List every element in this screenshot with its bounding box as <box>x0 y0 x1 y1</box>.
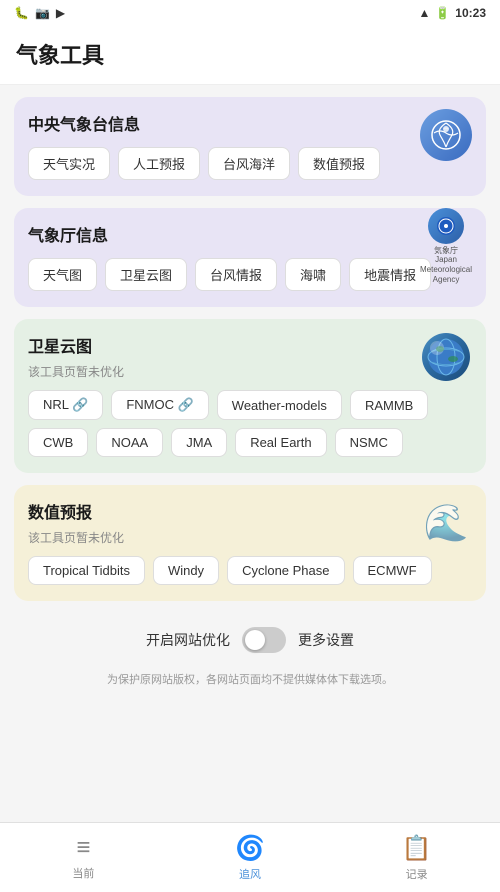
tag-windy[interactable]: Windy <box>153 556 219 585</box>
nav-record-icon: 📋 <box>402 834 432 863</box>
nav-current-label: 当前 <box>72 865 94 881</box>
tag-cwb[interactable]: CWB <box>28 428 88 457</box>
nav-current[interactable]: ≡ 当前 <box>0 828 167 887</box>
nav-typhoon-icon: 🌀 <box>235 834 265 863</box>
section-numerical-title: 数值预报 <box>28 499 472 523</box>
nav-record-label: 记录 <box>406 866 428 882</box>
numerical-tags: Tropical Tidbits Windy Cyclone Phase ECM… <box>28 556 472 585</box>
nav-typhoon-label: 追风 <box>239 866 261 882</box>
jma-badge-icon <box>428 208 464 244</box>
nav-typhoon[interactable]: 🌀 追风 <box>167 828 334 888</box>
more-settings-link[interactable]: 更多设置 <box>298 630 354 650</box>
tag-fnmoc[interactable]: FNMOC 🔗 <box>111 390 208 420</box>
toggle-label: 开启网站优化 <box>146 630 230 650</box>
tag-cyclone-phase[interactable]: Cyclone Phase <box>227 556 344 585</box>
tag-ecmwf[interactable]: ECMWF <box>353 556 432 585</box>
tag-weather-models[interactable]: Weather-models <box>217 390 342 420</box>
tag-taifengqingbao[interactable]: 台风情报 <box>195 258 277 291</box>
section-cma: 中央气象台信息 天气实况 人工预报 台风海洋 数值预报 <box>14 97 486 196</box>
section-numerical-subtitle: 该工具页暂未优化 <box>28 529 472 546</box>
jma-tags: 天气图 卫星云图 台风情报 海啸 地震情报 <box>28 258 472 291</box>
tag-taifenghaiyang[interactable]: 台风海洋 <box>208 147 290 180</box>
satellite-tags: NRL 🔗 FNMOC 🔗 Weather-models RAMMB CWB N… <box>28 390 472 457</box>
bug-icon: 🐛 <box>14 6 29 20</box>
globe-icon <box>422 333 470 381</box>
time: 10:23 <box>455 6 486 20</box>
jma-logo-container: 気象庁Japan MeteorologicalAgency <box>420 220 472 272</box>
tag-rammb[interactable]: RAMMB <box>350 390 428 420</box>
tag-weixingyuntu[interactable]: 卫星云图 <box>105 258 187 291</box>
wave-icon-container: 🌊 <box>420 497 472 549</box>
optimization-toggle[interactable] <box>242 627 286 653</box>
jma-badge: 気象庁Japan MeteorologicalAgency <box>420 208 472 284</box>
battery-icon: 🔋 <box>435 6 450 20</box>
globe-icon-container <box>420 331 472 383</box>
status-bar: 🐛 📷 ▶ ▲ 🔋 10:23 <box>0 0 500 26</box>
main-content: 中央气象台信息 天气实况 人工预报 台风海洋 数值预报 气象厅信息 <box>0 85 500 773</box>
tag-noaa[interactable]: NOAA <box>96 428 163 457</box>
section-numerical: 数值预报 该工具页暂未优化 🌊 Tropical Tidbits Windy C… <box>14 485 486 601</box>
app-header: 气象工具 <box>0 26 500 85</box>
jma-text: 気象庁Japan MeteorologicalAgency <box>420 246 472 284</box>
tag-tropical-tidbits[interactable]: Tropical Tidbits <box>28 556 145 585</box>
camera-icon: 📷 <box>35 6 50 20</box>
tag-nsmc[interactable]: NSMC <box>335 428 403 457</box>
section-jma: 气象厅信息 気象庁Japan MeteorologicalAgency 天气图 … <box>14 208 486 307</box>
status-left-icons: 🐛 📷 ▶ <box>14 6 65 20</box>
cma-tags: 天气实况 人工预报 台风海洋 数值预报 <box>28 147 472 180</box>
nav-record[interactable]: 📋 记录 <box>333 828 500 888</box>
wifi-icon: ▲ <box>418 6 430 20</box>
tag-jma-sat[interactable]: JMA <box>171 428 227 457</box>
tag-dizhenqingbao[interactable]: 地震情报 <box>349 258 431 291</box>
status-right-icons: ▲ 🔋 10:23 <box>418 6 486 20</box>
nav-current-icon: ≡ <box>76 834 90 862</box>
page-title: 气象工具 <box>16 43 104 68</box>
bottom-nav: ≡ 当前 🌀 追风 📋 记录 <box>0 822 500 892</box>
tag-shuziyubao[interactable]: 数值预报 <box>298 147 380 180</box>
toggle-row: 开启网站优化 更多设置 <box>14 613 486 659</box>
cma-logo-icon <box>420 109 472 161</box>
section-cma-title: 中央气象台信息 <box>28 111 472 135</box>
tag-haixiao[interactable]: 海啸 <box>285 258 341 291</box>
tag-real-earth[interactable]: Real Earth <box>235 428 326 457</box>
section-jma-title: 气象厅信息 <box>28 222 472 246</box>
tag-tianqishikuang[interactable]: 天气实况 <box>28 147 110 180</box>
tag-tianqitu[interactable]: 天气图 <box>28 258 97 291</box>
cma-logo-container <box>420 109 472 161</box>
tag-rengongyubao[interactable]: 人工预报 <box>118 147 200 180</box>
screen-icon: ▶ <box>56 6 65 20</box>
section-satellite-subtitle: 该工具页暂未优化 <box>28 363 472 380</box>
wave-icon: 🌊 <box>420 497 472 549</box>
notice-text: 为保护原网站版权，各网站页面均不提供媒体体下载选项。 <box>14 671 486 693</box>
section-satellite-title: 卫星云图 <box>28 333 472 357</box>
section-satellite: 卫星云图 该工具页暂未优化 NRL 🔗 FNMOC 🔗 Weather-mode… <box>14 319 486 473</box>
tag-nrl[interactable]: NRL 🔗 <box>28 390 103 420</box>
